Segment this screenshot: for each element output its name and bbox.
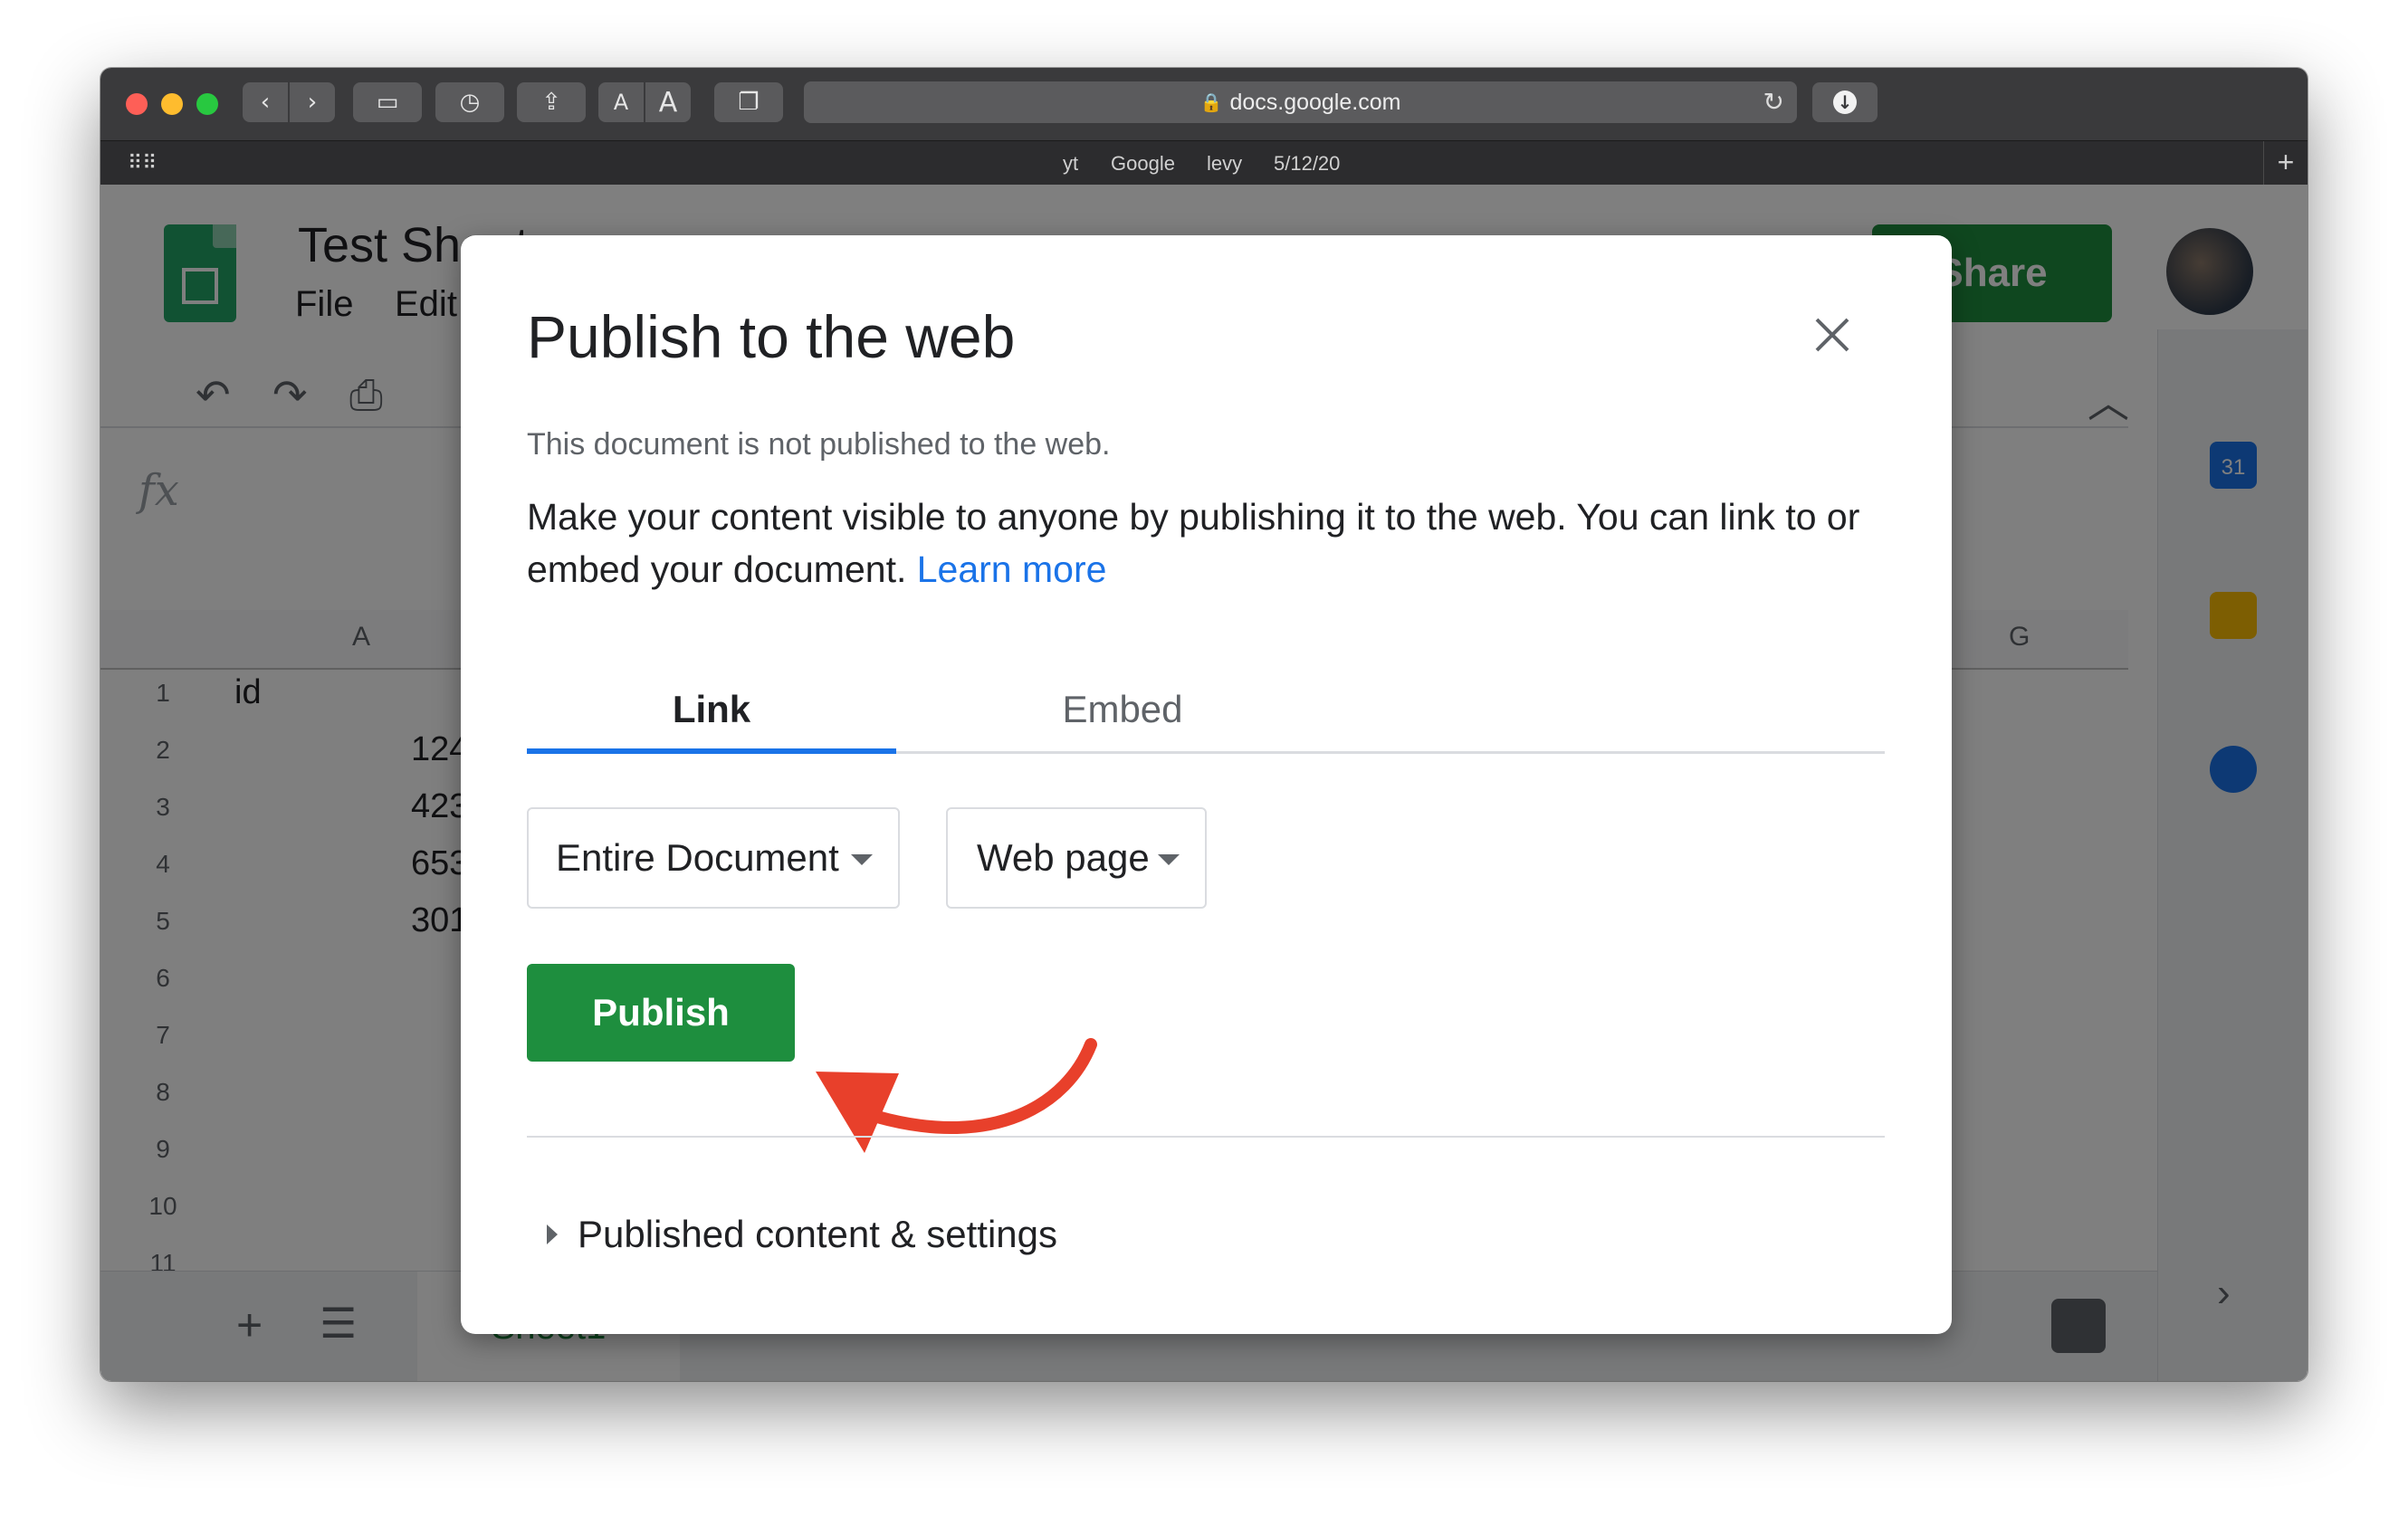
- chevron-right-icon: ›: [307, 89, 318, 116]
- bookmark-yt[interactable]: yt: [1063, 152, 1078, 176]
- dropdown-caret-icon: [1158, 854, 1180, 865]
- share-icon: ⇪: [541, 89, 561, 116]
- published-settings-toggle[interactable]: Published content & settings: [527, 1213, 1057, 1256]
- close-icon[interactable]: [1810, 312, 1855, 357]
- bookmark-date[interactable]: 5/12/20: [1274, 152, 1340, 176]
- text-smaller-button[interactable]: A: [598, 82, 644, 122]
- tabs-icon: ❐: [738, 89, 760, 116]
- tab-embed[interactable]: Embed: [896, 668, 1349, 751]
- url-text: docs.google.com: [1229, 89, 1401, 115]
- expand-triangle-icon: [547, 1224, 558, 1244]
- address-bar[interactable]: 🔒 docs.google.com ↻: [804, 81, 1797, 123]
- publish-button[interactable]: Publish: [527, 964, 795, 1062]
- publish-tabs: Link Embed: [527, 668, 1885, 754]
- clock-icon: ◷: [459, 89, 481, 116]
- back-button[interactable]: ‹: [243, 82, 288, 122]
- learn-more-link[interactable]: Learn more: [917, 548, 1107, 590]
- dialog-description: Make your content visible to anyone by p…: [527, 496, 1860, 590]
- bookmark-google[interactable]: Google: [1111, 152, 1175, 176]
- share-sheet-button[interactable]: ⇪: [517, 82, 586, 122]
- scope-select[interactable]: Entire Document: [527, 807, 900, 909]
- dialog-title: Publish to the web: [527, 303, 1016, 370]
- history-button[interactable]: ◷: [435, 82, 504, 122]
- dialog-divider: [527, 1136, 1885, 1138]
- annotation-arrow-icon: [816, 1038, 1097, 1153]
- close-window-button[interactable]: [126, 93, 148, 115]
- lock-icon: 🔒: [1199, 91, 1223, 113]
- minimize-window-button[interactable]: [161, 93, 183, 115]
- tabs-overview-button[interactable]: ❐: [714, 82, 783, 122]
- format-select[interactable]: Web page: [946, 807, 1207, 909]
- tab-link[interactable]: Link: [527, 668, 896, 754]
- sidebar-icon: ▭: [376, 89, 399, 116]
- chevron-left-icon: ‹: [260, 89, 271, 116]
- browser-titlebar: ‹ › ▭ ◷ ⇪ A A ❐ 🔒 docs.google.com ↻ ↓: [100, 68, 2308, 140]
- bookmark-levy[interactable]: levy: [1207, 152, 1242, 176]
- text-larger-button[interactable]: A: [645, 82, 691, 122]
- download-icon: ↓: [1833, 91, 1857, 114]
- downloads-button[interactable]: ↓: [1812, 82, 1878, 122]
- sidebar-button[interactable]: ▭: [353, 82, 422, 122]
- publish-to-web-dialog: Publish to the web This document is not …: [461, 235, 1952, 1334]
- dropdown-caret-icon: [851, 854, 873, 865]
- zoom-window-button[interactable]: [196, 93, 218, 115]
- new-tab-plus-icon[interactable]: +: [2263, 141, 2308, 185]
- bookmarks-bar: ⠿⠿ yt Google levy 5/12/20 +: [100, 140, 2308, 186]
- top-sites-grid-icon[interactable]: ⠿⠿: [128, 152, 157, 175]
- publish-status-text: This document is not published to the we…: [527, 427, 1111, 462]
- reload-icon[interactable]: ↻: [1763, 87, 1784, 117]
- forward-button[interactable]: ›: [290, 82, 335, 122]
